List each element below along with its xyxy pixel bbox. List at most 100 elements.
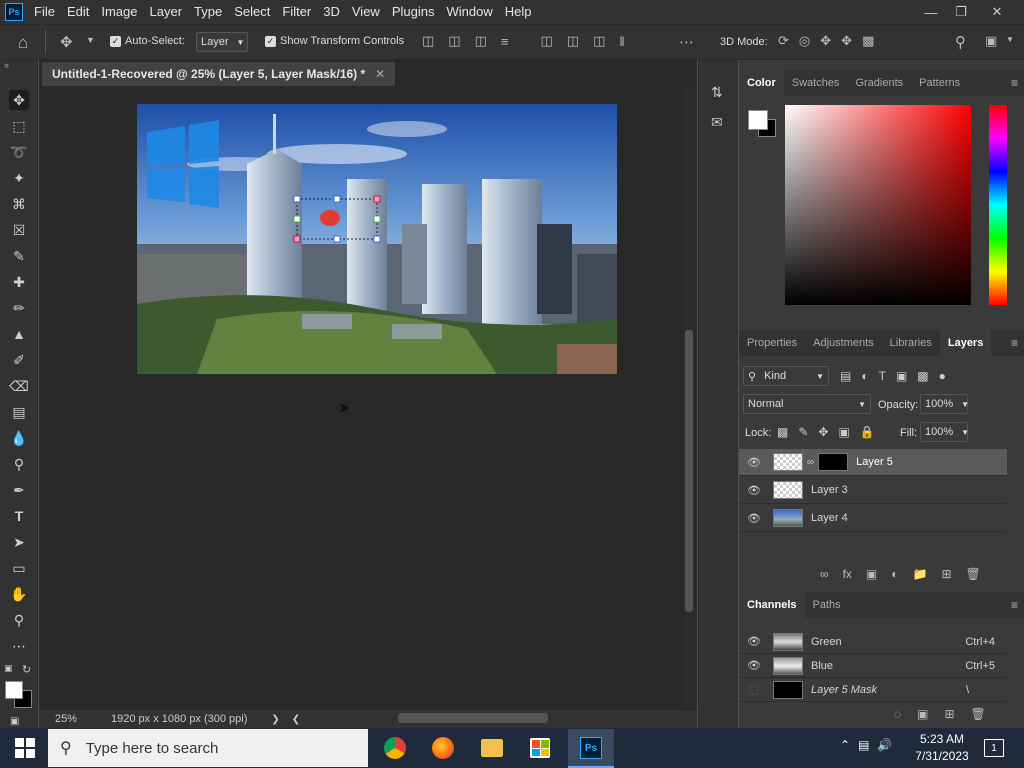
menu-filter[interactable]: Filter xyxy=(276,0,317,24)
chevron-down-icon[interactable]: ▼ xyxy=(86,35,95,45)
visibility-eye-icon[interactable]: 👁 xyxy=(743,635,765,648)
visibility-eye-icon[interactable]: 👁 xyxy=(743,456,765,469)
search-icon[interactable]: ⚲ xyxy=(955,33,966,51)
hue-slider[interactable] xyxy=(989,105,1007,305)
layer-row-layer5[interactable]: 👁 ∞ Layer 5 xyxy=(739,449,1007,476)
auto-select-dropdown[interactable]: Layer ▼ xyxy=(196,32,248,52)
history-brush-icon[interactable]: ✐ xyxy=(9,350,29,370)
tab-layers[interactable]: Layers xyxy=(939,330,992,356)
more-tools-icon[interactable]: ⋯ xyxy=(9,636,29,656)
file-explorer-icon[interactable] xyxy=(481,739,503,757)
filter-toggle-icon[interactable]: ● xyxy=(939,369,946,383)
canvas-image[interactable] xyxy=(137,104,617,374)
default-colors-icon[interactable]: ▣ xyxy=(4,663,13,674)
clock[interactable]: 5:23 AM 7/31/2023 xyxy=(910,731,974,765)
delete-layer-icon[interactable]: 🗑 xyxy=(966,567,981,581)
comments-panel-icon[interactable]: ✉ xyxy=(711,114,723,131)
crop-tool-icon[interactable]: ⌘ xyxy=(9,194,29,214)
shape-filter-icon[interactable]: ▣ xyxy=(896,369,907,383)
tab-libraries[interactable]: Libraries xyxy=(882,330,940,356)
marquee-tool-icon[interactable]: ⬚ xyxy=(9,116,29,136)
type-filter-icon[interactable]: T xyxy=(879,369,886,383)
align-bottom-icon[interactable]: ◫ xyxy=(593,33,605,49)
home-icon[interactable]: ⌂ xyxy=(18,33,28,53)
panel-menu-icon[interactable]: ≡ xyxy=(1011,336,1018,350)
visibility-box[interactable]: ▢ xyxy=(743,683,765,696)
channel-row-green[interactable]: 👁 Green Ctrl+4 xyxy=(739,630,1007,654)
lock-all-icon[interactable]: 🔒 xyxy=(860,425,875,439)
brush-tool-icon[interactable]: ✏ xyxy=(9,298,29,318)
smart-object-filter-icon[interactable]: ▩ xyxy=(917,369,928,383)
notification-icon[interactable]: 1 xyxy=(984,739,1004,757)
network-icon[interactable]: ▤ xyxy=(858,738,869,752)
chevron-up-icon[interactable]: ⌃ xyxy=(840,738,850,752)
stamp-tool-icon[interactable]: ▲ xyxy=(9,324,29,344)
lock-transparency-icon[interactable]: ▩ xyxy=(777,425,788,439)
opacity-input[interactable]: 100% ▼ xyxy=(920,394,969,414)
tab-properties[interactable]: Properties xyxy=(739,330,805,356)
chevron-down-icon[interactable]: ▼ xyxy=(1006,35,1014,44)
color-field[interactable] xyxy=(785,105,971,305)
layer-row-layer3[interactable]: 👁 Layer 3 xyxy=(739,477,1007,504)
blur-tool-icon[interactable]: 💧 xyxy=(9,428,29,448)
channel-row-blue[interactable]: 👁 Blue Ctrl+5 xyxy=(739,654,1007,678)
align-top-icon[interactable]: ◫ xyxy=(540,33,552,49)
align-middle-icon[interactable]: ◫ xyxy=(567,33,579,49)
distribute-icon[interactable]: ≡ xyxy=(501,34,509,49)
minimize-icon[interactable]: — xyxy=(916,0,946,24)
gradient-tool-icon[interactable]: ▤ xyxy=(9,402,29,422)
frame-tool-icon[interactable]: ☒ xyxy=(9,220,29,240)
new-layer-icon[interactable]: ⊞ xyxy=(941,567,951,581)
fx-icon[interactable]: fx xyxy=(843,567,852,581)
close-tab-icon[interactable]: ✕ xyxy=(375,67,385,81)
panel-menu-icon[interactable]: ≡ xyxy=(1011,598,1018,612)
tab-patterns[interactable]: Patterns xyxy=(911,70,968,96)
chrome-icon[interactable] xyxy=(384,737,406,759)
chevron-right-icon[interactable]: ❯ xyxy=(271,714,279,725)
align-right-icon[interactable]: ◫ xyxy=(475,33,487,49)
adjustment-filter-icon[interactable]: ◐ xyxy=(861,369,868,383)
layer-mask-thumbnail[interactable] xyxy=(818,453,849,471)
distribute-vertical-icon[interactable]: ‖ xyxy=(619,34,624,49)
visibility-eye-icon[interactable]: 👁 xyxy=(743,512,765,525)
tab-swatches[interactable]: Swatches xyxy=(784,70,848,96)
vertical-scroll-thumb[interactable] xyxy=(685,330,693,612)
menu-view[interactable]: View xyxy=(346,0,386,24)
store-icon[interactable] xyxy=(530,738,550,758)
menu-layer[interactable]: Layer xyxy=(144,0,189,24)
link-icon[interactable]: ∞ xyxy=(807,457,814,468)
fill-input[interactable]: 100% ▼ xyxy=(920,422,969,442)
workspace-icon[interactable]: ▣ xyxy=(985,33,997,49)
chevron-left-icon[interactable]: ❮ xyxy=(292,714,300,725)
hand-tool-icon[interactable]: ✋ xyxy=(9,584,29,604)
menu-file[interactable]: File xyxy=(28,0,61,24)
delete-channel-icon[interactable]: 🗑 xyxy=(971,707,986,721)
layer-row-layer4[interactable]: 👁 Layer 4 xyxy=(739,505,1007,532)
menu-select[interactable]: Select xyxy=(228,0,276,24)
type-tool-icon[interactable]: T xyxy=(9,506,29,526)
menu-plugins[interactable]: Plugins xyxy=(386,0,441,24)
magic-wand-icon[interactable]: ✦ xyxy=(9,168,29,188)
panel-menu-icon[interactable]: ≡ xyxy=(1011,76,1018,90)
menu-edit[interactable]: Edit xyxy=(61,0,95,24)
quick-mask-icon[interactable]: ▣ xyxy=(10,716,19,727)
tab-channels[interactable]: Channels xyxy=(739,592,805,618)
restore-icon[interactable]: ❐ xyxy=(946,0,976,24)
channel-row-layer5-mask[interactable]: ▢ Layer 5 Mask \ xyxy=(739,678,1007,702)
foreground-color-swatch[interactable] xyxy=(5,681,23,699)
add-mask-icon[interactable]: ▣ xyxy=(866,567,877,581)
firefox-icon[interactable] xyxy=(432,737,454,759)
menu-image[interactable]: Image xyxy=(95,0,143,24)
tab-adjustments[interactable]: Adjustments xyxy=(805,330,882,356)
document-tab[interactable]: Untitled-1-Recovered @ 25% (Layer 5, Lay… xyxy=(42,62,396,86)
move-tool-icon[interactable]: ✥ xyxy=(60,33,73,51)
adjustment-layer-icon[interactable]: ◐ xyxy=(891,567,898,581)
collapse-icon[interactable]: » xyxy=(4,60,9,70)
windows-start-icon[interactable] xyxy=(15,738,35,758)
auto-select-checkbox[interactable]: ✓ Auto-Select: xyxy=(110,35,185,47)
menu-3d[interactable]: 3D xyxy=(317,0,346,24)
roll-icon[interactable]: ◎ xyxy=(799,33,810,49)
close-icon[interactable]: ✕ xyxy=(982,0,1012,24)
menu-type[interactable]: Type xyxy=(188,0,228,24)
tab-paths[interactable]: Paths xyxy=(805,592,849,618)
